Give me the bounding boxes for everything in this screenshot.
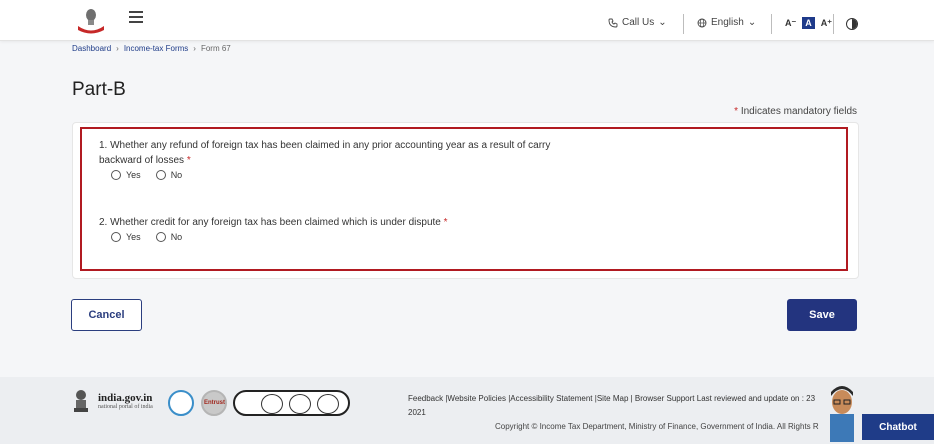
last-reviewed: Last reviewed and update on : 23 xyxy=(696,394,816,403)
breadcrumb-dashboard[interactable]: Dashboard xyxy=(72,44,111,53)
menu-hamburger-icon[interactable] xyxy=(129,11,143,23)
radio-circle-icon xyxy=(111,232,121,242)
national-emblem-icon xyxy=(74,390,88,412)
option-label: Yes xyxy=(126,232,141,242)
chatbot-avatar-icon[interactable] xyxy=(822,380,862,442)
font-size-controls: A⁻ A A⁺ xyxy=(785,17,832,29)
breadcrumb: Dashboard › Income-tax Forms › Form 67 xyxy=(72,44,231,53)
entrust-label: Entrust xyxy=(204,400,225,406)
certification-badge-icon xyxy=(168,390,194,416)
chevron-down-icon: ⌄ xyxy=(658,17,667,28)
mandatory-note: * Indicates mandatory fields xyxy=(734,106,857,117)
phone-icon xyxy=(608,18,618,27)
call-us-label: Call Us xyxy=(622,17,655,28)
required-star: * xyxy=(734,106,741,117)
page-title: Part-B xyxy=(72,79,126,100)
option-label: No xyxy=(170,170,183,180)
bsi-certification-icon xyxy=(233,390,350,416)
save-button[interactable]: Save xyxy=(787,299,857,331)
globe-icon xyxy=(697,18,707,27)
question-2-options: Yes No xyxy=(111,232,182,242)
question-2-no-radio[interactable]: No xyxy=(155,232,183,242)
contrast-toggle-icon[interactable] xyxy=(846,18,858,30)
divider xyxy=(771,14,772,34)
question-1-options: Yes No xyxy=(111,170,182,180)
breadcrumb-current: Form 67 xyxy=(200,44,231,53)
chevron-down-icon: ⌄ xyxy=(747,17,757,28)
iso-badge-icon xyxy=(261,394,283,414)
top-bar: Call Us ⌄ English ⌄ A⁻ A A⁺ xyxy=(0,0,934,41)
font-decrease-button[interactable]: A⁻ xyxy=(785,18,796,29)
question-1-yes-radio[interactable]: Yes xyxy=(111,170,141,180)
footer-links: Feedback |Website Policies |Accessibilit… xyxy=(408,392,828,420)
question-1: 1. Whether any refund of foreign tax has… xyxy=(99,138,579,168)
option-label: No xyxy=(170,232,183,242)
required-star: * xyxy=(443,217,448,228)
footer-nav-links[interactable]: Feedback |Website Policies |Accessibilit… xyxy=(408,394,695,403)
question-2-text: 2. Whether credit for any foreign tax ha… xyxy=(99,217,441,228)
question-2-yes-radio[interactable]: Yes xyxy=(111,232,141,242)
iso-badge-icon xyxy=(289,394,311,414)
divider xyxy=(833,14,834,34)
call-us-dropdown[interactable]: Call Us ⌄ xyxy=(608,17,667,28)
radio-circle-icon xyxy=(155,170,166,180)
chatbot-button[interactable]: Chatbot xyxy=(862,414,934,440)
copyright: Copyright © Income Tax Department, Minis… xyxy=(495,422,819,431)
income-tax-logo[interactable] xyxy=(76,6,106,34)
required-star: * xyxy=(186,155,191,166)
india-gov-title: india.gov.in xyxy=(98,392,153,404)
india-gov-subtitle: national portal of india xyxy=(98,404,153,410)
breadcrumb-separator: › xyxy=(116,44,119,53)
breadcrumb-income-tax-forms[interactable]: Income-tax Forms xyxy=(124,44,188,53)
question-2: 2. Whether credit for any foreign tax ha… xyxy=(99,215,579,230)
iso-badge-icon xyxy=(317,394,339,414)
question-1-text: 1. Whether any refund of foreign tax has… xyxy=(99,140,551,166)
language-label: English xyxy=(711,17,744,28)
font-increase-button[interactable]: A⁺ xyxy=(821,18,832,29)
font-normal-button[interactable]: A xyxy=(802,17,815,29)
language-dropdown[interactable]: English ⌄ xyxy=(697,17,756,28)
divider xyxy=(683,14,684,34)
india-gov-link[interactable]: india.gov.in national portal of india xyxy=(98,392,153,410)
cancel-button[interactable]: Cancel xyxy=(71,299,142,331)
last-reviewed-year: 2021 xyxy=(408,408,426,417)
mandatory-note-text: Indicates mandatory fields xyxy=(740,106,857,117)
option-label: Yes xyxy=(126,170,141,180)
question-1-no-radio[interactable]: No xyxy=(155,170,183,180)
radio-circle-icon xyxy=(111,170,121,180)
breadcrumb-separator: › xyxy=(193,44,196,53)
radio-circle-icon xyxy=(155,232,166,242)
entrust-badge-icon: Entrust xyxy=(201,390,227,416)
